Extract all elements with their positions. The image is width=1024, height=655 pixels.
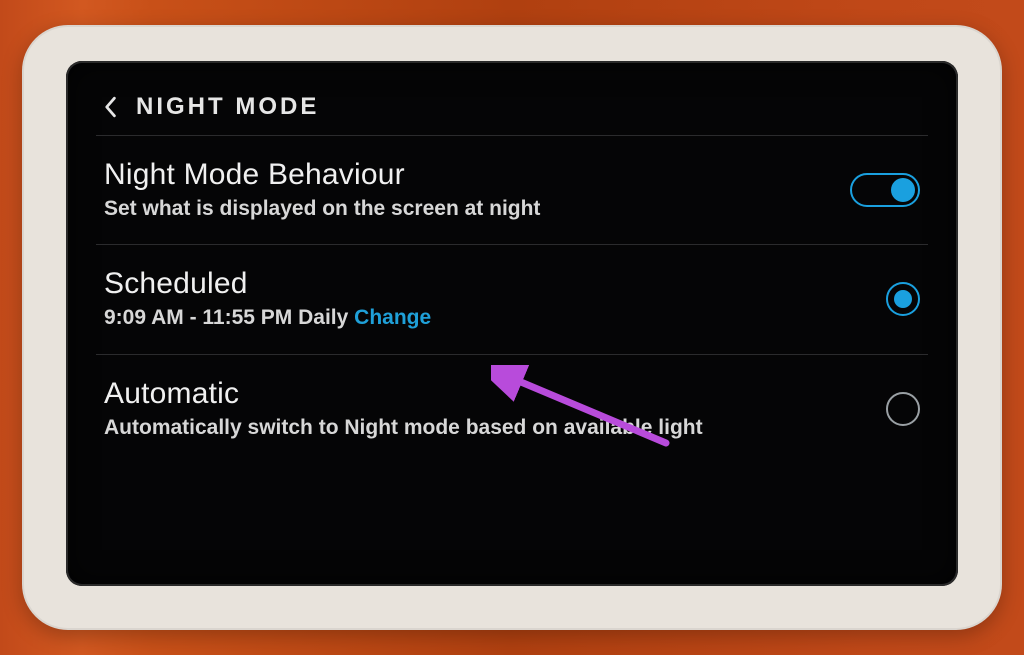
automatic-radio[interactable] [886,392,920,426]
row-text: Automatic Automatically switch to Night … [104,377,886,441]
screen: NIGHT MODE Night Mode Behaviour Set what… [96,93,928,556]
row-subtitle: 9:09 AM - 11:55 PM Daily Change [104,305,868,331]
screen-bezel: NIGHT MODE Night Mode Behaviour Set what… [66,61,958,586]
toggle-knob-icon [891,178,915,202]
row-subtitle: Automatically switch to Night mode based… [104,415,868,441]
header-bar: NIGHT MODE [96,93,928,135]
device-frame: NIGHT MODE Night Mode Behaviour Set what… [22,25,1002,630]
row-automatic[interactable]: Automatic Automatically switch to Night … [96,354,928,463]
row-text: Night Mode Behaviour Set what is display… [104,158,850,222]
behaviour-toggle[interactable] [850,173,920,207]
change-link[interactable]: Change [354,306,431,329]
row-night-mode-behaviour[interactable]: Night Mode Behaviour Set what is display… [96,135,928,244]
back-icon[interactable] [102,95,118,119]
schedule-time-text: 9:09 AM - 11:55 PM Daily [104,306,354,329]
row-control [850,173,920,207]
row-subtitle: Set what is displayed on the screen at n… [104,196,832,222]
row-title: Scheduled [104,267,868,301]
row-control [886,392,920,426]
row-title: Night Mode Behaviour [104,158,832,192]
row-control [886,282,920,316]
row-text: Scheduled 9:09 AM - 11:55 PM Daily Chang… [104,267,886,331]
row-title: Automatic [104,377,868,411]
row-scheduled[interactable]: Scheduled 9:09 AM - 11:55 PM Daily Chang… [96,244,928,353]
page-title: NIGHT MODE [136,93,319,121]
scheduled-radio[interactable] [886,282,920,316]
